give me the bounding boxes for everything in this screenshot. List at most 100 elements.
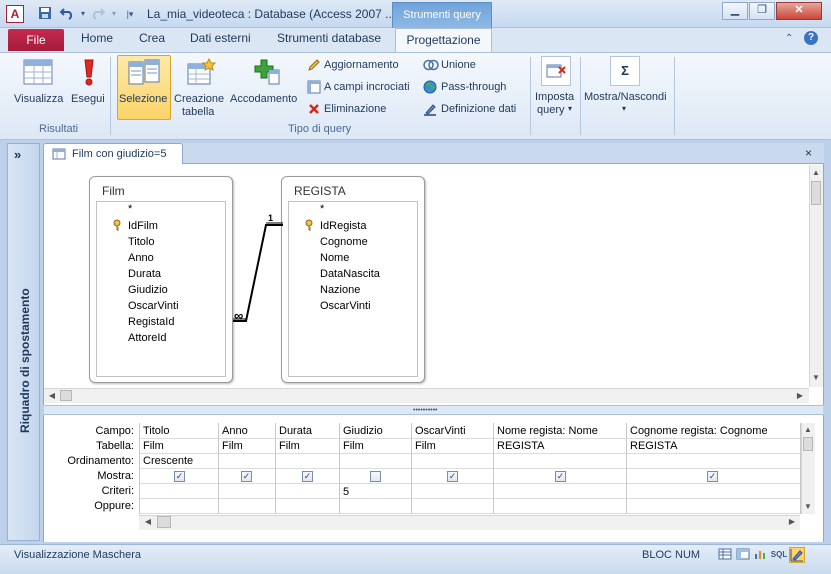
grid-line [626, 423, 627, 514]
visualizza-button[interactable]: Visualizza [14, 93, 63, 105]
field-item[interactable]: * [128, 203, 132, 215]
grid-cell-campo[interactable]: Anno [222, 425, 273, 437]
grid-show-checkbox[interactable] [370, 471, 381, 482]
close-window-button[interactable]: ✕ [776, 2, 822, 20]
grid-cell-campo[interactable]: Giudizio [343, 425, 409, 437]
ribbon-collapse-icon[interactable]: ⌃ [785, 33, 793, 44]
grid-show-checkbox[interactable]: ✓ [174, 471, 185, 482]
nav-pane-toggle-icon[interactable]: » [14, 147, 21, 162]
grid-cell-tabella[interactable]: Film [415, 440, 491, 452]
grid-cell-tabella[interactable]: Film [343, 440, 409, 452]
grid-cell-ordinamento[interactable]: Crescente [143, 455, 216, 467]
accodamento-button[interactable]: Accodamento [230, 93, 297, 105]
datasheet-view-icon[interactable] [717, 547, 733, 563]
upper-hscroll-thumb[interactable] [60, 390, 72, 401]
tab-crea[interactable]: Crea [139, 31, 165, 45]
scroll-left-arrow-icon[interactable]: ◀ [142, 516, 154, 528]
grid-line [139, 468, 801, 469]
grid-cell-tabella[interactable]: Film [279, 440, 337, 452]
grid-cell-campo[interactable]: Nome regista: Nome [497, 425, 624, 437]
unione-button[interactable]: Unione [441, 59, 476, 71]
upper-vscroll-thumb[interactable] [811, 181, 821, 205]
field-item[interactable]: AttoreId [128, 332, 167, 344]
restore-button[interactable]: ❐ [749, 2, 775, 20]
grid-cell-criteri[interactable]: 5 [343, 486, 409, 498]
design-view-icon[interactable] [789, 547, 805, 563]
pivot-chart-view-icon[interactable] [752, 547, 768, 563]
scroll-down-arrow-icon[interactable]: ▼ [810, 372, 822, 384]
scroll-down-arrow-icon[interactable]: ▼ [802, 501, 814, 513]
mostra-nascondi-button[interactable]: Mostra/Nascondi [584, 91, 667, 103]
ribbon-separator [110, 57, 111, 135]
tab-file[interactable]: File [8, 29, 64, 51]
definizione-dati-button[interactable]: Definizione dati [441, 103, 516, 115]
table-title-regista[interactable]: REGISTA [294, 184, 346, 198]
field-item[interactable]: Titolo [128, 236, 155, 248]
field-item[interactable]: * [320, 203, 324, 215]
tab-home[interactable]: Home [81, 31, 113, 45]
sql-view-button[interactable]: SQL [769, 547, 789, 563]
scroll-left-arrow-icon[interactable]: ◀ [46, 390, 58, 402]
field-item[interactable]: Nazione [320, 284, 360, 296]
nav-pane-label-anchor: Riquadro di spostamento [13, 288, 33, 443]
creazione-tabella-button[interactable]: Creazione [174, 93, 224, 105]
customize-qat-icon[interactable]: |▾ [121, 6, 139, 22]
field-item[interactable]: OscarVinti [320, 300, 371, 312]
query-setup-icon [541, 56, 571, 86]
field-item[interactable]: Nome [320, 252, 349, 264]
upper-horizontal-scrollbar[interactable] [44, 388, 809, 403]
aggiornamento-button[interactable]: Aggiornamento [324, 59, 399, 71]
field-item[interactable]: Durata [128, 268, 161, 280]
esegui-button[interactable]: Esegui [71, 93, 105, 105]
grid-show-checkbox[interactable]: ✓ [241, 471, 252, 482]
grid-line [411, 423, 412, 514]
grid-show-checkbox[interactable]: ✓ [302, 471, 313, 482]
save-icon[interactable] [36, 6, 54, 22]
help-icon[interactable]: ? [804, 31, 818, 45]
field-item[interactable]: IdFilm [128, 220, 158, 232]
access-app-icon[interactable]: A [6, 5, 24, 23]
tab-progettazione[interactable]: Progettazione [395, 28, 492, 53]
grid-show-checkbox[interactable]: ✓ [707, 471, 718, 482]
campi-incrociati-button[interactable]: A campi incrociati [324, 81, 410, 93]
grid-cell-tabella[interactable]: REGISTA [630, 440, 798, 452]
grid-cell-tabella[interactable]: Film [222, 440, 273, 452]
tab-strumenti-database[interactable]: Strumenti database [277, 31, 381, 45]
pass-through-button[interactable]: Pass-through [441, 81, 506, 93]
pivot-table-view-icon[interactable] [735, 547, 751, 563]
tab-dati-esterni[interactable]: Dati esterni [190, 31, 251, 45]
primary-key-icon [112, 219, 122, 234]
field-item[interactable]: Anno [128, 252, 154, 264]
field-item[interactable]: Giudizio [128, 284, 168, 296]
grid-cell-tabella[interactable]: Film [143, 440, 216, 452]
grid-cell-campo[interactable]: Durata [279, 425, 337, 437]
eliminazione-button[interactable]: Eliminazione [324, 103, 386, 115]
table-title-film[interactable]: Film [102, 184, 125, 198]
grid-cell-campo[interactable]: Titolo [143, 425, 216, 437]
scroll-right-arrow-icon[interactable]: ▶ [786, 516, 798, 528]
grid-line [339, 423, 340, 514]
imposta-query-button[interactable]: Imposta [535, 91, 574, 103]
grid-cell-campo[interactable]: Cognome regista: Cognome [630, 425, 798, 437]
splitter-grip-icon[interactable]: •••••••••• [413, 407, 438, 414]
close-document-icon[interactable]: × [805, 146, 812, 160]
select-query-icon [127, 58, 161, 91]
chevron-down-icon: ▾ [568, 104, 573, 113]
field-item[interactable]: RegistaId [128, 316, 174, 328]
grid-cell-campo[interactable]: OscarVinti [415, 425, 491, 437]
scroll-up-arrow-icon[interactable]: ▲ [810, 167, 822, 179]
grid-hscroll-thumb[interactable] [157, 516, 171, 528]
field-item[interactable]: DataNascita [320, 268, 380, 280]
scroll-up-arrow-icon[interactable]: ▲ [802, 424, 814, 436]
grid-vscroll-thumb[interactable] [803, 437, 813, 451]
scroll-right-arrow-icon[interactable]: ▶ [794, 390, 806, 402]
grid-show-checkbox[interactable]: ✓ [447, 471, 458, 482]
field-item[interactable]: Cognome [320, 236, 368, 248]
grid-show-checkbox[interactable]: ✓ [555, 471, 566, 482]
field-item[interactable]: IdRegista [320, 220, 366, 232]
context-tab-group-label: Strumenti query [392, 2, 492, 28]
minimize-button[interactable]: ▁ [722, 2, 748, 20]
grid-cell-tabella[interactable]: REGISTA [497, 440, 624, 452]
grid-horizontal-scrollbar[interactable] [139, 515, 800, 530]
field-item[interactable]: OscarVinti [128, 300, 179, 312]
